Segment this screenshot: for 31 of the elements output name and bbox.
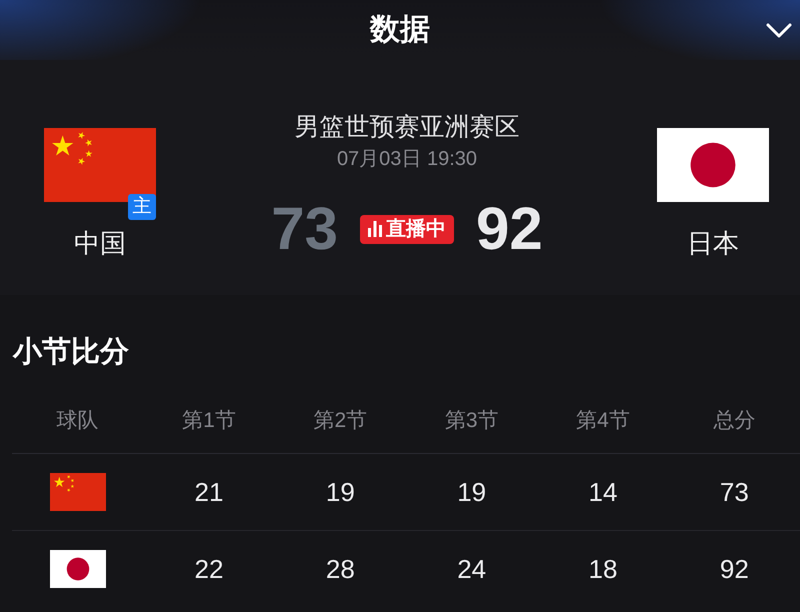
match-datetime: 07月03日 19:30 <box>336 147 478 171</box>
column-header: 第4节 <box>576 408 630 434</box>
table-cell: 28 <box>326 554 355 584</box>
table-cell: 19 <box>457 477 486 507</box>
japan-flag-icon <box>50 550 106 588</box>
table-cell: 21 <box>194 477 224 507</box>
home-badge: 主 <box>128 194 156 220</box>
table-cell: 14 <box>588 477 618 507</box>
column-header: 第1节 <box>182 408 236 434</box>
japan-flag-icon <box>657 128 769 202</box>
table-cell: 92 <box>720 554 749 584</box>
column-header: 球队 <box>56 408 99 434</box>
team-name: 日本 <box>687 228 739 258</box>
bar-chart-icon <box>368 221 382 237</box>
column-header: 第2节 <box>313 408 368 434</box>
table-cell: 19 <box>326 477 355 507</box>
team-score: 92 <box>476 199 543 259</box>
section-title: 小节比分 <box>13 335 129 369</box>
team-name: 中国 <box>74 228 126 258</box>
competition-name: 男篮世预赛亚洲赛区 <box>294 112 520 142</box>
table-cell: 24 <box>457 554 486 584</box>
live-label: 直播中 <box>386 217 446 241</box>
column-header: 第3节 <box>444 408 498 434</box>
column-header: 总分 <box>713 408 756 434</box>
table-cell: 18 <box>588 554 618 584</box>
page-title: 数据 <box>370 12 430 48</box>
team-score: 73 <box>271 199 338 259</box>
table-cell: 22 <box>194 554 224 584</box>
table-cell: 73 <box>720 477 749 507</box>
chevron-down-icon[interactable] <box>766 22 792 38</box>
china-flag-icon <box>50 473 106 511</box>
